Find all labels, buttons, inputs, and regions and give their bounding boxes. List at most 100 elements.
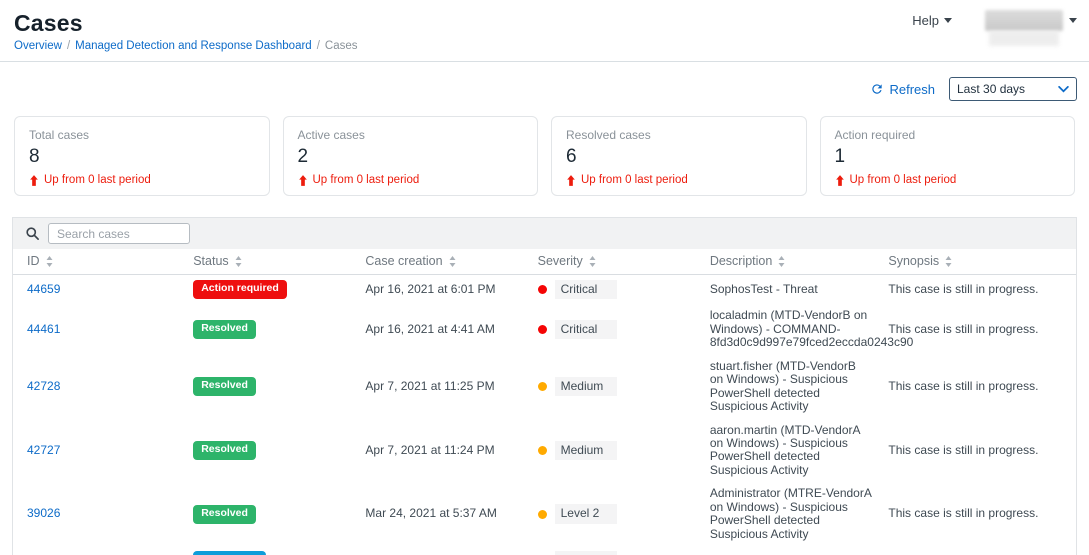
- case-id-link[interactable]: 44461: [27, 322, 60, 336]
- up-arrow-icon: [566, 175, 576, 186]
- case-creation-cell: Apr 7, 2021 at 11:24 PM: [357, 419, 529, 483]
- refresh-button[interactable]: Refresh: [870, 82, 935, 97]
- stat-delta-text: Up from 0 last period: [850, 174, 957, 186]
- status-badge: In progress: [193, 551, 266, 555]
- table-body: 44659 Action required Apr 16, 2021 at 6:…: [13, 275, 1076, 555]
- case-id-link[interactable]: 42728: [27, 379, 60, 393]
- stats-row: Total cases 8 Up from 0 last period Acti…: [14, 116, 1075, 196]
- breadcrumb-item: Cases: [325, 40, 358, 52]
- column-header[interactable]: Synopsis: [880, 249, 1076, 275]
- stat-value: 2: [298, 146, 524, 168]
- case-description-cell: localadmin (MTD-VendorB on Windows) - CO…: [702, 304, 881, 354]
- up-arrow-icon: [298, 175, 308, 186]
- stat-delta: Up from 0 last period: [566, 174, 792, 186]
- column-header[interactable]: Description: [702, 249, 881, 275]
- case-description-cell: SophosTest - Threat: [702, 275, 881, 305]
- case-description-cell: Administrator (MTRE-VendorA on Windows) …: [702, 482, 881, 546]
- case-creation-cell: Apr 14, 2021 at 9:56 PM: [357, 546, 529, 555]
- severity-label: Medium: [555, 377, 617, 396]
- case-description-cell: stuart.fisher (MTD-VendorB on Windows) -…: [702, 355, 881, 419]
- column-header-label: Case creation: [365, 254, 442, 268]
- severity-label: Critical: [555, 320, 617, 339]
- stat-value: 6: [566, 146, 792, 168]
- column-header-label: Description: [710, 254, 773, 268]
- toolbar: Refresh Last 30 days: [0, 62, 1089, 101]
- caret-down-icon: [944, 18, 952, 23]
- stat-delta-text: Up from 0 last period: [581, 174, 688, 186]
- sort-icon: [235, 256, 242, 267]
- case-synopsis-cell: This case is still in progress.: [880, 546, 1076, 555]
- stat-value: 8: [29, 146, 255, 168]
- case-id-link[interactable]: 42727: [27, 443, 60, 457]
- help-menu[interactable]: Help: [912, 13, 952, 28]
- status-badge: Action required: [193, 280, 287, 299]
- time-range-select[interactable]: Last 30 days: [949, 77, 1077, 101]
- breadcrumb-item[interactable]: Overview: [14, 40, 62, 52]
- search-strip: [13, 218, 1076, 249]
- page-header: Cases Overview / Managed Detection and Res…: [0, 0, 1089, 62]
- breadcrumb-item[interactable]: Managed Detection and Response Dashboard: [75, 40, 312, 52]
- cases-table: ID Status Case creation Severity: [13, 249, 1076, 555]
- case-id-link[interactable]: 39026: [27, 506, 60, 520]
- sort-icon: [449, 256, 456, 267]
- severity-dot-icon: [538, 382, 547, 391]
- status-badge: Resolved: [193, 441, 256, 460]
- stat-label: Action required: [835, 128, 1061, 142]
- breadcrumb-separator: /: [317, 40, 320, 52]
- table-row[interactable]: 42728 Resolved Apr 7, 2021 at 11:25 PM M…: [13, 355, 1076, 419]
- severity-dot-icon: [538, 510, 547, 519]
- severity-label: Medium: [555, 441, 617, 460]
- table-row[interactable]: 44461 Resolved Apr 16, 2021 at 4:41 AM C…: [13, 304, 1076, 354]
- sort-icon: [778, 256, 785, 267]
- sort-icon: [945, 256, 952, 267]
- column-header-label: ID: [27, 254, 40, 268]
- case-creation-cell: Apr 16, 2021 at 4:41 AM: [357, 304, 529, 354]
- up-arrow-icon: [835, 175, 845, 186]
- case-creation-cell: Apr 16, 2021 at 6:01 PM: [357, 275, 529, 305]
- chevron-down-icon: [1058, 86, 1069, 93]
- severity-label: Level 2: [555, 551, 617, 555]
- stat-card: Resolved cases 6 Up from 0 last period: [551, 116, 807, 196]
- severity-dot-icon: [538, 325, 547, 334]
- breadcrumb-separator: /: [67, 40, 70, 52]
- user-account-redacted: [985, 10, 1063, 31]
- sort-icon: [46, 256, 53, 267]
- case-synopsis-cell: This case is still in progress.: [880, 419, 1076, 483]
- column-header[interactable]: ID: [13, 249, 185, 275]
- up-arrow-icon: [29, 175, 39, 186]
- table-header-row: ID Status Case creation Severity: [13, 249, 1076, 275]
- column-header[interactable]: Severity: [530, 249, 702, 275]
- table-row[interactable]: 39026 Resolved Mar 24, 2021 at 5:37 AM L…: [13, 482, 1076, 546]
- table-row[interactable]: 44659 Action required Apr 16, 2021 at 6:…: [13, 275, 1076, 305]
- case-creation-cell: Apr 7, 2021 at 11:25 PM: [357, 355, 529, 419]
- column-header-label: Status: [193, 254, 228, 268]
- case-id-link[interactable]: 44659: [27, 282, 60, 296]
- stat-card: Action required 1 Up from 0 last period: [820, 116, 1076, 196]
- column-header[interactable]: Case creation: [357, 249, 529, 275]
- user-account-redacted-sub: [989, 31, 1059, 46]
- user-account-menu[interactable]: [982, 10, 1077, 50]
- refresh-label: Refresh: [889, 82, 935, 97]
- help-label: Help: [912, 13, 939, 28]
- case-synopsis-cell: This case is still in progress.: [880, 275, 1076, 305]
- sort-icon: [589, 256, 596, 267]
- column-header[interactable]: Status: [185, 249, 357, 275]
- severity-dot-icon: [538, 285, 547, 294]
- case-synopsis-cell: This case is still in progress.: [880, 482, 1076, 546]
- stat-label: Resolved cases: [566, 128, 792, 142]
- column-header-label: Synopsis: [888, 254, 939, 268]
- refresh-icon: [870, 82, 884, 96]
- column-header-label: Severity: [538, 254, 583, 268]
- table-row[interactable]: 42727 Resolved Apr 7, 2021 at 11:24 PM M…: [13, 419, 1076, 483]
- case-description-cell: HMPA APC Violation: [702, 546, 881, 555]
- stat-card: Total cases 8 Up from 0 last period: [14, 116, 270, 196]
- status-badge: Resolved: [193, 377, 256, 396]
- stat-value: 1: [835, 146, 1061, 168]
- status-badge: Resolved: [193, 505, 256, 524]
- status-badge: Resolved: [193, 320, 256, 339]
- severity-dot-icon: [538, 446, 547, 455]
- stat-label: Active cases: [298, 128, 524, 142]
- table-row[interactable]: 44305 In progress Apr 14, 2021 at 9:56 P…: [13, 546, 1076, 555]
- search-input[interactable]: [48, 223, 190, 244]
- time-range-value: Last 30 days: [957, 82, 1025, 96]
